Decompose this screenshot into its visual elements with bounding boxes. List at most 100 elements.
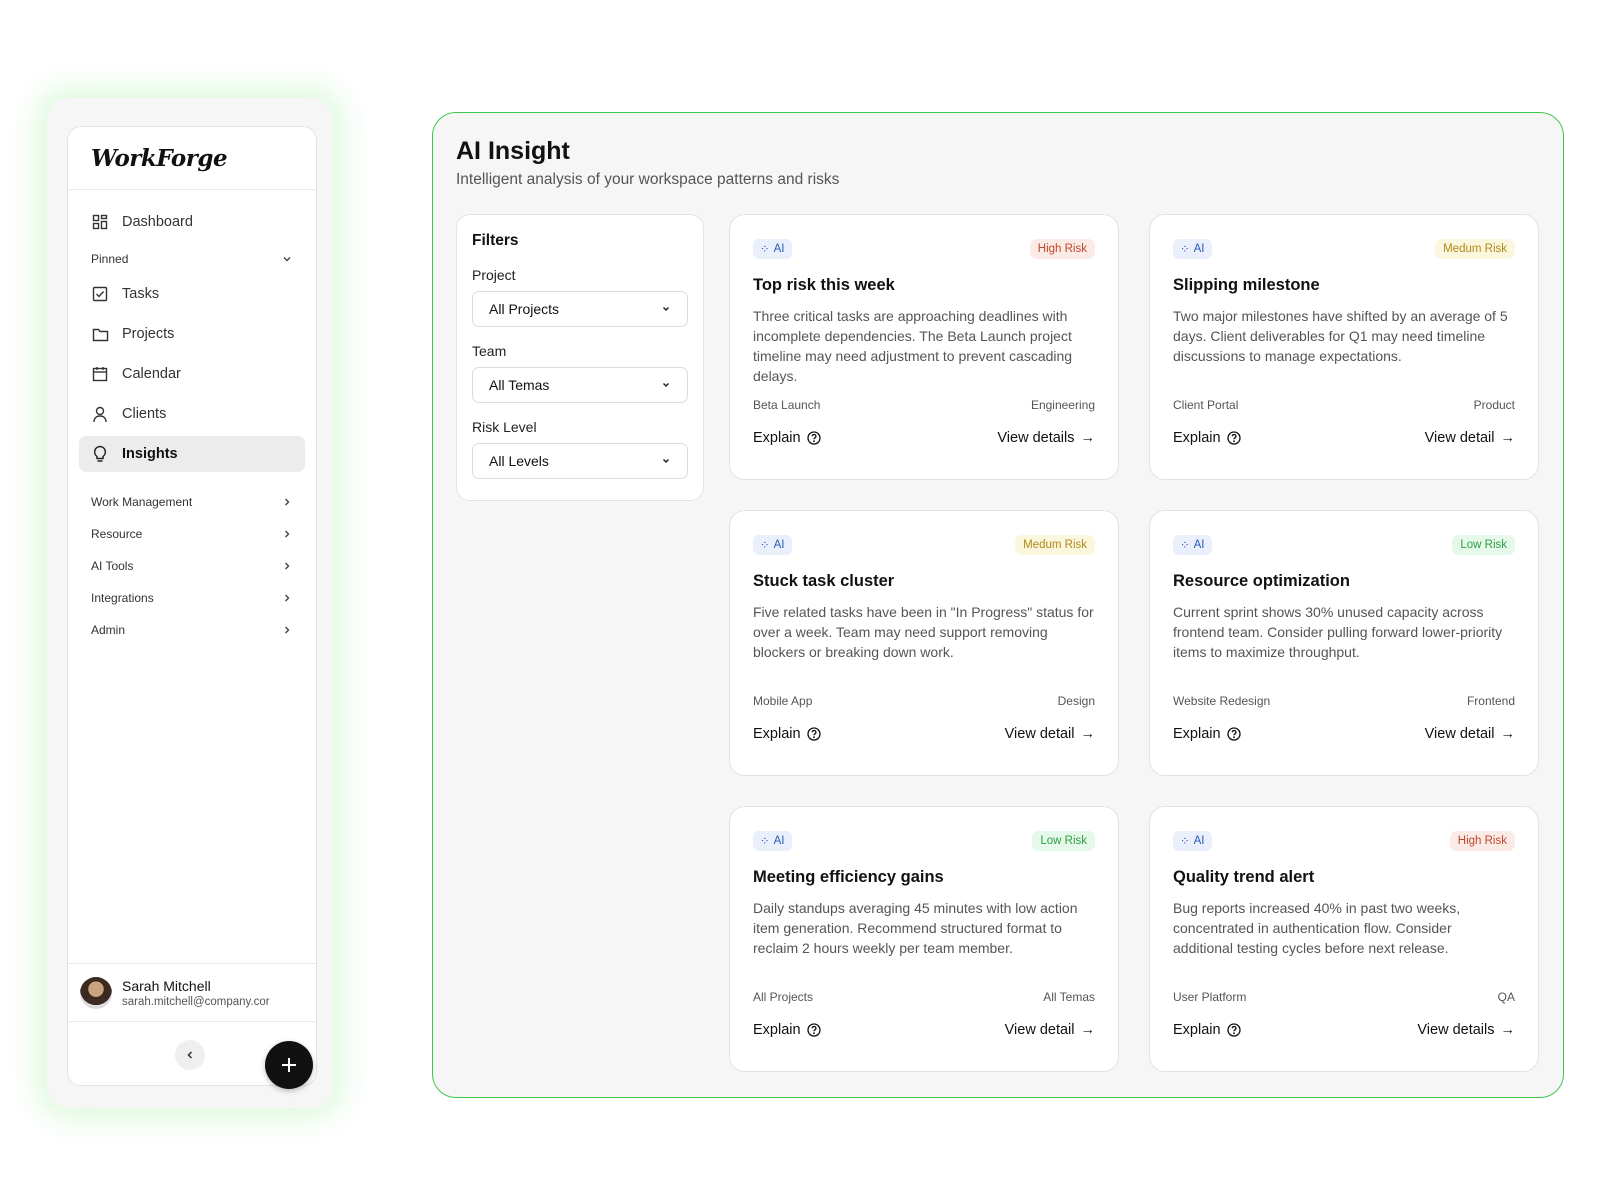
- ai-badge: ⁘ AI: [753, 535, 792, 555]
- user-info: Sarah Mitchell sarah.mitchell@company.co…: [122, 978, 282, 1008]
- chevron-right-icon: [281, 624, 293, 636]
- arrow-right-icon: →: [1080, 726, 1096, 742]
- explain-button[interactable]: Explain: [753, 1022, 821, 1038]
- user-profile[interactable]: Sarah Mitchell sarah.mitchell@company.co…: [68, 963, 316, 1021]
- card-project: User Platform: [1173, 990, 1247, 1004]
- insight-card: ⁘ AI Medum Risk Slipping milestone Two ma…: [1149, 214, 1539, 480]
- explain-label: Explain: [753, 726, 801, 742]
- sidebar-group-ai-tools[interactable]: AI Tools: [79, 550, 305, 582]
- risk-badge: Low Risk: [1032, 831, 1095, 851]
- view-details-label: View details: [1417, 1022, 1495, 1038]
- ai-badge: ⁘ AI: [1173, 831, 1212, 851]
- explain-button[interactable]: Explain: [1173, 1022, 1241, 1038]
- group-label: Work Management: [91, 495, 193, 509]
- sidebar-item-insights[interactable]: Insights: [79, 436, 305, 472]
- folder-icon: [91, 325, 109, 343]
- card-team: Frontend: [1466, 694, 1515, 708]
- sidebar-nav: Dashboard Pinned Tasks Projects Calendar: [68, 190, 316, 963]
- view-details-link[interactable]: View detail →: [1425, 430, 1515, 446]
- view-details-link[interactable]: View detail →: [1425, 726, 1515, 742]
- view-details-link[interactable]: View detail →: [1005, 1022, 1095, 1038]
- explain-button[interactable]: Explain: [1173, 726, 1241, 742]
- filters-title: Filters: [472, 232, 519, 249]
- collapse-sidebar-button[interactable]: [175, 1040, 205, 1070]
- sparkle-icon: ⁘: [1180, 836, 1190, 848]
- view-details-label: View detail: [1424, 430, 1495, 446]
- card-description: Bug reports increased 40% in past two we…: [1173, 900, 1461, 956]
- filters-panel: Filters Project All Projects Team All Te…: [456, 214, 704, 501]
- chevron-left-icon: [185, 1050, 195, 1060]
- chevron-down-icon: [661, 304, 671, 314]
- explain-label: Explain: [753, 1022, 801, 1038]
- card-title: Resource optimization: [1173, 572, 1350, 590]
- help-circle-icon: [806, 1023, 821, 1037]
- sparkle-icon: ⁘: [760, 244, 770, 256]
- ai-badge-label: AI: [1193, 243, 1205, 255]
- explain-button[interactable]: Explain: [1173, 430, 1241, 446]
- risk-badge: Medum Risk: [1015, 535, 1095, 555]
- help-circle-icon: [1226, 727, 1241, 741]
- sparkle-icon: ⁘: [1180, 540, 1190, 552]
- arrow-right-icon: →: [1080, 430, 1096, 446]
- sidebar-group-resource[interactable]: Resource: [79, 518, 305, 550]
- user-name: Sarah Mitchell: [122, 977, 211, 994]
- card-team: QA: [1497, 990, 1515, 1004]
- page-title: AI Insight: [456, 137, 570, 165]
- project-filter-label: Project: [472, 267, 516, 283]
- sparkle-icon: ⁘: [760, 540, 770, 552]
- sidebar-group-work-management[interactable]: Work Management: [79, 486, 305, 518]
- grid-icon: [91, 213, 109, 231]
- view-details-link[interactable]: View details →: [1417, 1022, 1515, 1038]
- chevron-right-icon: [281, 560, 293, 572]
- ai-badge-label: AI: [773, 835, 785, 847]
- project-select[interactable]: All Projects: [472, 291, 688, 327]
- card-description: Two major milestones have shifted by an …: [1173, 308, 1508, 364]
- view-details-label: View details: [997, 430, 1075, 446]
- card-project: Website Redesign: [1173, 694, 1271, 708]
- insight-card: ⁘ AI Low Risk Meeting efficiency gains Da…: [729, 806, 1119, 1072]
- pinned-section-header[interactable]: Pinned: [79, 244, 305, 274]
- risk-level-select[interactable]: All Levels: [472, 443, 688, 479]
- risk-select-value: All Levels: [489, 453, 549, 469]
- sidebar-group-admin[interactable]: Admin: [79, 614, 305, 646]
- group-label: AI Tools: [91, 559, 134, 573]
- ai-insight-panel: AI Insight Intelligent analysis of your …: [432, 112, 1564, 1098]
- ai-badge: ⁘ AI: [753, 239, 792, 259]
- user-icon: [91, 405, 109, 423]
- add-button[interactable]: [265, 1041, 313, 1089]
- risk-badge: High Risk: [1449, 831, 1515, 851]
- view-details-link[interactable]: View detail →: [1005, 726, 1095, 742]
- risk-badge: Low Risk: [1452, 535, 1515, 555]
- risk-badge: High Risk: [1029, 239, 1095, 259]
- sidebar-item-label: Calendar: [122, 366, 181, 382]
- sidebar-item-label: Dashboard: [122, 214, 193, 230]
- sidebar-item-label: Insights: [122, 446, 178, 462]
- card-description: Three critical tasks are approaching dea…: [753, 308, 1073, 384]
- card-title: Stuck task cluster: [753, 572, 895, 590]
- sidebar-item-projects[interactable]: Projects: [79, 316, 305, 352]
- help-circle-icon: [1226, 1023, 1241, 1037]
- ai-badge-label: AI: [773, 243, 785, 255]
- explain-button[interactable]: Explain: [753, 726, 821, 742]
- view-details-link[interactable]: View details →: [997, 430, 1095, 446]
- explain-button[interactable]: Explain: [753, 430, 821, 446]
- sidebar-item-dashboard[interactable]: Dashboard: [79, 204, 305, 240]
- ai-badge-label: AI: [1193, 835, 1205, 847]
- app-logo[interactable]: WorkForge: [91, 145, 228, 172]
- team-select[interactable]: All Temas: [472, 367, 688, 403]
- ai-badge: ⁘ AI: [1173, 535, 1212, 555]
- chevron-down-icon: [661, 456, 671, 466]
- sidebar-item-label: Clients: [122, 406, 167, 422]
- card-title: Slipping milestone: [1173, 276, 1320, 294]
- calendar-icon: [91, 365, 109, 383]
- sidebar-group-integrations[interactable]: Integrations: [79, 582, 305, 614]
- risk-badge: Medum Risk: [1435, 239, 1515, 259]
- group-label: Integrations: [91, 591, 154, 605]
- insight-card: ⁘ AI High Risk Quality trend alert Bug re…: [1149, 806, 1539, 1072]
- card-project: Client Portal: [1173, 398, 1239, 412]
- sidebar-item-tasks[interactable]: Tasks: [79, 276, 305, 312]
- arrow-right-icon: →: [1080, 1022, 1096, 1038]
- view-details-label: View detail: [1004, 1022, 1075, 1038]
- sidebar-item-calendar[interactable]: Calendar: [79, 356, 305, 392]
- sidebar-item-clients[interactable]: Clients: [79, 396, 305, 432]
